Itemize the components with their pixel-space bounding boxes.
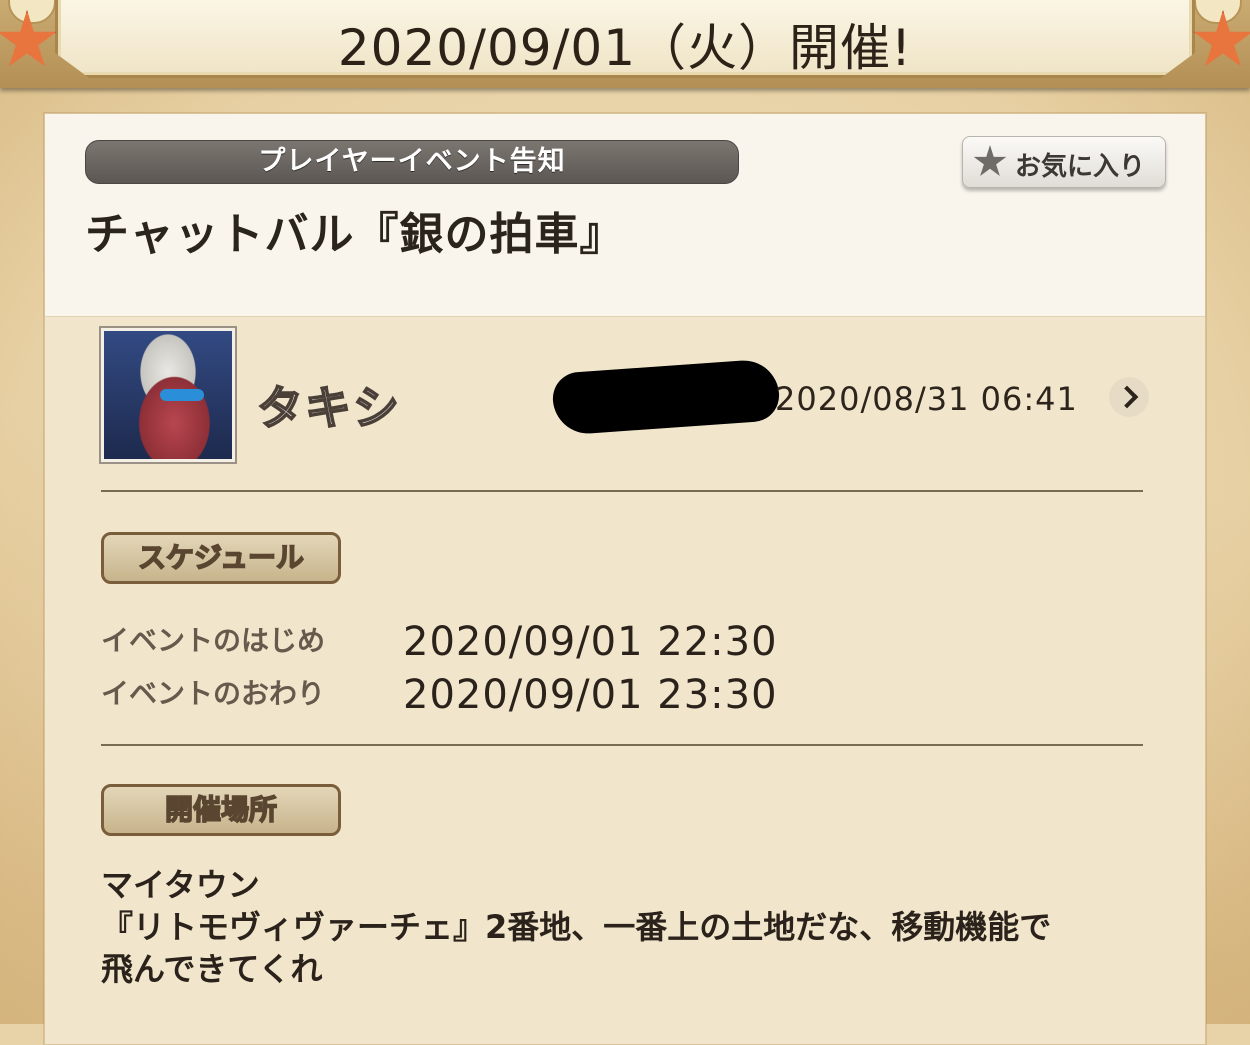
start-label: イベントのはじめ bbox=[101, 624, 326, 657]
divider bbox=[101, 744, 1143, 746]
favorite-button-label: お気に入り bbox=[1015, 152, 1146, 182]
redaction-mark bbox=[551, 358, 781, 436]
end-value: 2020/09/01 23:30 bbox=[403, 672, 778, 718]
location-line: マイタウン bbox=[101, 866, 260, 904]
avatar-goggles bbox=[160, 389, 204, 401]
date-banner: 2020/09/01（火）開催! bbox=[0, 0, 1250, 88]
event-card: プレイヤーイベント告知 お気に入り チャットバル『銀の拍車』 タキシ 2020/… bbox=[44, 113, 1206, 1045]
category-label: プレイヤーイベント告知 bbox=[85, 140, 739, 184]
favorite-button[interactable]: お気に入り bbox=[962, 136, 1166, 188]
divider bbox=[101, 490, 1143, 492]
location-line: 飛んできてくれ bbox=[101, 950, 323, 988]
schedule-section-tag: スケジュール bbox=[101, 532, 341, 584]
start-value: 2020/09/01 22:30 bbox=[403, 619, 778, 665]
location-description: マイタウン 『リトモヴィヴァーチェ』2番地、一番上の土地だな、移動機能で 飛んで… bbox=[101, 864, 1161, 990]
event-date-title: 2020/09/01（火）開催! bbox=[337, 19, 913, 77]
star-icon bbox=[973, 145, 1007, 176]
author-name[interactable]: タキシ bbox=[256, 372, 401, 438]
post-date: 2020/08/31 06:41 bbox=[775, 380, 1078, 418]
location-line: 『リトモヴィヴァーチェ』2番地、一番上の土地だな、移動機能で bbox=[101, 908, 1052, 946]
card-header: プレイヤーイベント告知 お気に入り チャットバル『銀の拍車』 bbox=[45, 114, 1205, 317]
location-section-tag: 開催場所 bbox=[101, 784, 341, 836]
event-title: チャットバル『銀の拍車』 bbox=[85, 209, 625, 260]
end-label: イベントのおわり bbox=[101, 677, 326, 710]
chevron-right-icon[interactable] bbox=[1109, 377, 1149, 417]
avatar[interactable] bbox=[99, 326, 237, 464]
